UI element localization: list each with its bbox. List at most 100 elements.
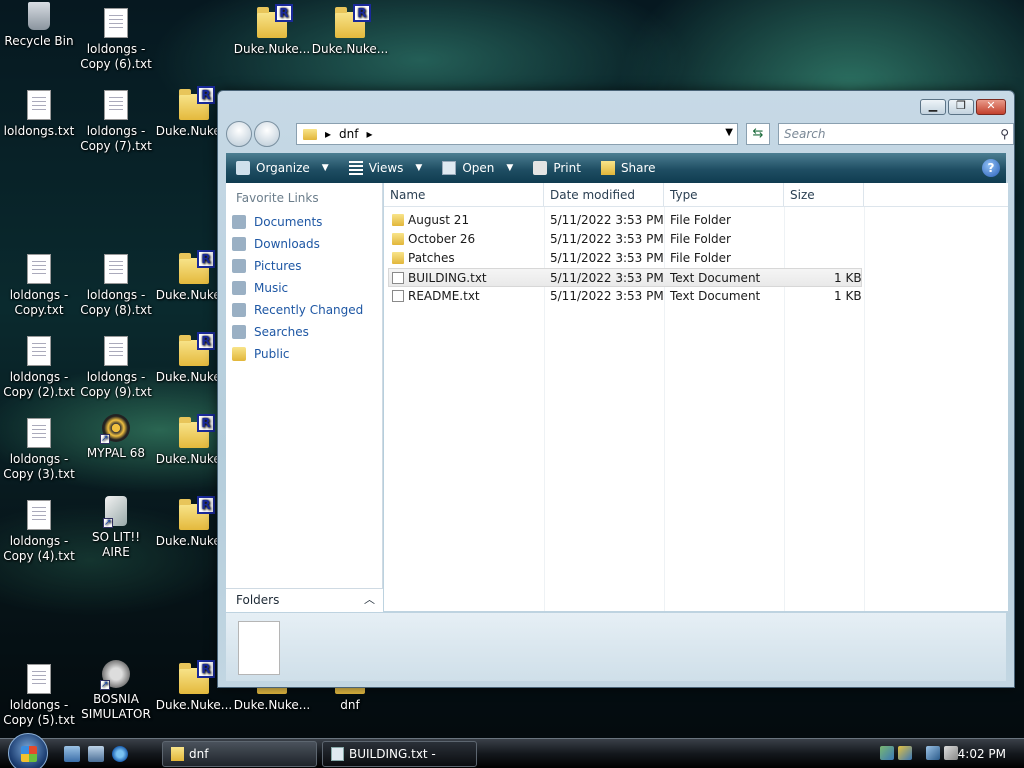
folder-icon [392, 213, 404, 226]
close-button[interactable]: ✕ [976, 99, 1006, 115]
desktop-icon-duke-nukem[interactable]: R Duke.Nuke... [311, 4, 389, 57]
file-date: 5/11/2022 3:53 PM [550, 289, 664, 303]
text-file-icon [27, 90, 51, 120]
show-desktop-icon[interactable] [64, 746, 80, 762]
volume-muted-icon[interactable] [944, 746, 958, 760]
nav-item-searches[interactable]: Searches [226, 321, 382, 343]
nav-item-documents[interactable]: Documents [226, 211, 382, 233]
file-name: README.txt [408, 289, 480, 303]
tray-app-icon[interactable] [898, 746, 912, 760]
print-button[interactable]: Print [523, 153, 591, 183]
desktop-icon-text-file[interactable]: loldongs - Copy (9).txt [77, 334, 155, 400]
desktop-icon-text-file[interactable]: loldongs - Copy (7).txt [77, 88, 155, 154]
nav-item-label: Recently Changed [254, 303, 364, 317]
column-header-type[interactable]: Type [664, 183, 784, 207]
nav-item-label: Public [254, 347, 290, 361]
search-input[interactable]: Search ⚲ [778, 123, 1014, 145]
desktop-icon-label: Duke.Nuke... [155, 698, 233, 712]
file-name: BUILDING.txt [408, 271, 487, 285]
shortcut-arrow-icon [103, 516, 113, 531]
address-bar[interactable]: ▸ dnf ▸ ▼ [296, 123, 738, 145]
folders-toggle[interactable]: Folders ︿ [226, 588, 383, 612]
windows-logo-icon [21, 746, 37, 762]
refresh-button[interactable]: ⇆ [746, 123, 770, 145]
file-name: August 21 [408, 213, 470, 227]
nav-item-pictures[interactable]: Pictures [226, 255, 382, 277]
file-type: File Folder [670, 251, 731, 265]
maximize-button[interactable]: ❐ [948, 99, 974, 115]
taskbar-button-label: dnf [189, 747, 209, 761]
file-size: 1 KB [834, 289, 862, 303]
navigation-pane: Favorite Links Documents Downloads Pictu… [226, 183, 383, 611]
open-label: Open [462, 161, 495, 175]
desktop-icon-mypal[interactable]: MYPAL 68 [77, 414, 155, 461]
app-shortcut-icon [103, 496, 127, 531]
nav-item-public[interactable]: Public [226, 343, 382, 365]
desktop-icon-bosnia-simulator[interactable]: BOSNIA SIMULATOR [77, 660, 155, 722]
duke-nukem-folder-icon: R [179, 86, 215, 120]
window-controls: ▁ ❐ ✕ [920, 99, 1006, 115]
taskbar-button-notepad[interactable]: BUILDING.txt - Note... [322, 741, 477, 767]
breadcrumb-dnf[interactable]: dnf [339, 127, 358, 141]
breadcrumb-chevron-icon[interactable]: ▸ [325, 127, 331, 141]
start-button[interactable] [8, 733, 48, 768]
print-label: Print [553, 161, 581, 175]
minimize-icon: ▁ [928, 99, 938, 112]
chevron-up-icon: ︿ [364, 593, 375, 606]
file-name: Patches [408, 251, 455, 265]
network-icon[interactable] [880, 746, 894, 760]
desktop-icon-text-file[interactable]: loldongs - Copy (8).txt [77, 252, 155, 318]
desktop-icon-duke-nukem[interactable]: R Duke.Nuke... [233, 4, 311, 57]
file-row[interactable]: October 26 5/11/2022 3:53 PM File Folder [388, 230, 862, 249]
forward-button[interactable] [254, 121, 280, 147]
desktop-icon-text-file[interactable]: loldongs - Copy (4).txt [0, 498, 78, 564]
taskbar-button-dnf[interactable]: dnf [162, 741, 317, 767]
views-button[interactable]: Views ▼ [339, 153, 433, 183]
organize-button[interactable]: Organize ▼ [226, 153, 339, 183]
breadcrumb-chevron-icon[interactable]: ▸ [366, 127, 372, 141]
desktop-icon-label: loldongs - Copy (5).txt [3, 698, 75, 727]
desktop-icon-text-file[interactable]: loldongs.txt [0, 88, 78, 139]
desktop-icon-label: dnf [340, 698, 360, 712]
file-row[interactable]: August 21 5/11/2022 3:53 PM File Folder [388, 211, 862, 230]
nav-item-recently-changed[interactable]: Recently Changed [226, 299, 382, 321]
column-header-size[interactable]: Size [784, 183, 864, 207]
desktop-icon-recycle-bin[interactable]: Recycle Bin [0, 2, 78, 49]
file-date: 5/11/2022 3:53 PM [550, 271, 664, 285]
column-header-name[interactable]: Name [384, 183, 544, 207]
open-button[interactable]: Open ▼ [432, 153, 523, 183]
nav-item-label: Searches [254, 325, 309, 339]
desktop-icon-text-file[interactable]: loldongs - Copy (3).txt [0, 416, 78, 482]
back-button[interactable] [226, 121, 252, 147]
text-file-icon [27, 336, 51, 366]
folder-icon [303, 128, 317, 140]
chevron-down-icon: ▼ [506, 163, 514, 173]
file-type: File Folder [670, 213, 731, 227]
desktop-icon-text-file[interactable]: loldongs - Copy (6).txt [77, 6, 155, 72]
switch-windows-icon[interactable] [88, 746, 104, 762]
nav-item-music[interactable]: Music [226, 277, 382, 299]
nav-item-downloads[interactable]: Downloads [226, 233, 382, 255]
desktop-icon-text-file[interactable]: loldongs - Copy.txt [0, 252, 78, 318]
help-button[interactable]: ? [982, 159, 1000, 177]
nav-item-label: Music [254, 281, 289, 295]
desktop-icon-text-file[interactable]: loldongs - Copy (5).txt [0, 662, 78, 728]
views-label: Views [368, 161, 404, 175]
computer-icon[interactable] [926, 746, 940, 760]
minimize-button[interactable]: ▁ [920, 99, 946, 115]
desktop-icon-so-lit-aire[interactable]: SO LIT!! AIRE [77, 496, 155, 560]
file-row-selected[interactable]: BUILDING.txt 5/11/2022 3:53 PM Text Docu… [388, 268, 862, 287]
desktop-icon-label: loldongs - Copy (7).txt [80, 124, 152, 153]
column-header-date-modified[interactable]: Date modified [544, 183, 664, 207]
share-button[interactable]: Share [591, 153, 666, 183]
text-file-icon [104, 90, 128, 120]
internet-explorer-icon[interactable] [112, 746, 128, 762]
text-file-icon [392, 289, 404, 302]
address-dropdown-icon[interactable]: ▼ [725, 127, 733, 138]
clock[interactable]: 4:02 PM [958, 739, 1006, 768]
file-row[interactable]: Patches 5/11/2022 3:53 PM File Folder [388, 249, 862, 268]
desktop-icon-text-file[interactable]: loldongs - Copy (2).txt [0, 334, 78, 400]
file-row[interactable]: README.txt 5/11/2022 3:53 PM Text Docume… [388, 287, 862, 306]
address-row: ▸ dnf ▸ ▼ ⇆ Search ⚲ [226, 121, 1014, 147]
views-icon [348, 161, 363, 175]
